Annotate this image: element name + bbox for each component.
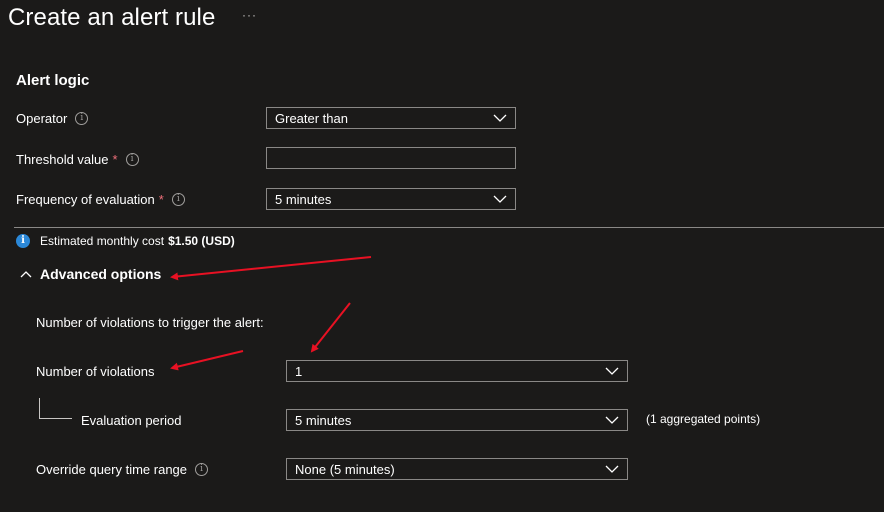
aggregated-points-note: (1 aggregated points) [646, 412, 761, 426]
arrow-to-violations-label [170, 350, 244, 371]
operator-value: Greater than [275, 110, 348, 126]
threshold-label-text: Threshold value [16, 152, 109, 167]
divider [14, 227, 884, 228]
advanced-options-label: Advanced options [40, 266, 162, 282]
num-violations-label: Number of violations [36, 364, 155, 379]
frequency-value: 5 minutes [275, 191, 332, 207]
frequency-label-text: Frequency of evaluation [16, 192, 155, 207]
info-filled-icon: i [16, 234, 30, 248]
threshold-label: Threshold value * i [16, 152, 139, 167]
chevron-down-icon [605, 465, 619, 473]
cost-text: Estimated monthly cost [40, 234, 165, 248]
evaluation-period-value: 5 minutes [295, 412, 352, 428]
violations-heading: Number of violations to trigger the aler… [36, 315, 264, 330]
override-range-label-text: Override query time range [36, 462, 188, 477]
cost-amount: $1.50 (USD) [168, 234, 235, 248]
override-range-value: None (5 minutes) [295, 461, 395, 477]
chevron-down-icon [605, 416, 619, 424]
num-violations-value: 1 [295, 363, 303, 379]
estimated-cost: i Estimated monthly cost $1.50 (USD) [16, 234, 235, 248]
required-marker: * [158, 192, 164, 207]
advanced-options-toggle[interactable]: Advanced options [20, 266, 161, 282]
chevron-up-icon [20, 271, 32, 278]
override-range-dropdown[interactable]: None (5 minutes) [286, 458, 628, 480]
tree-connector [39, 398, 72, 419]
alert-logic-heading: Alert logic [16, 72, 90, 89]
num-violations-dropdown[interactable]: 1 [286, 360, 628, 382]
required-marker: * [112, 152, 118, 167]
info-icon[interactable]: i [195, 463, 209, 476]
info-icon[interactable]: i [125, 153, 139, 166]
operator-label: Operator i [16, 111, 89, 126]
alert-rule-page: Create an alert rule ··· Alert logic Ope… [0, 0, 884, 512]
arrow-to-advanced-options [170, 256, 372, 281]
evaluation-period-label: Evaluation period [81, 413, 182, 428]
threshold-input[interactable] [266, 147, 516, 169]
chevron-down-icon [605, 367, 619, 375]
operator-dropdown[interactable]: Greater than [266, 107, 516, 129]
evaluation-period-dropdown[interactable]: 5 minutes [286, 409, 628, 431]
page-title: Create an alert rule [8, 4, 216, 31]
frequency-dropdown[interactable]: 5 minutes [266, 188, 516, 210]
operator-label-text: Operator [16, 111, 68, 126]
annotation-arrows [170, 256, 372, 371]
info-icon[interactable]: i [75, 112, 89, 125]
more-options-button[interactable]: ··· [242, 8, 257, 22]
frequency-label: Frequency of evaluation * i [16, 192, 185, 207]
arrow-to-violations-dropdown [310, 302, 351, 353]
override-range-label: Override query time range i [36, 462, 209, 477]
chevron-down-icon [493, 195, 507, 203]
chevron-down-icon [493, 114, 507, 122]
info-icon[interactable]: i [171, 193, 185, 206]
